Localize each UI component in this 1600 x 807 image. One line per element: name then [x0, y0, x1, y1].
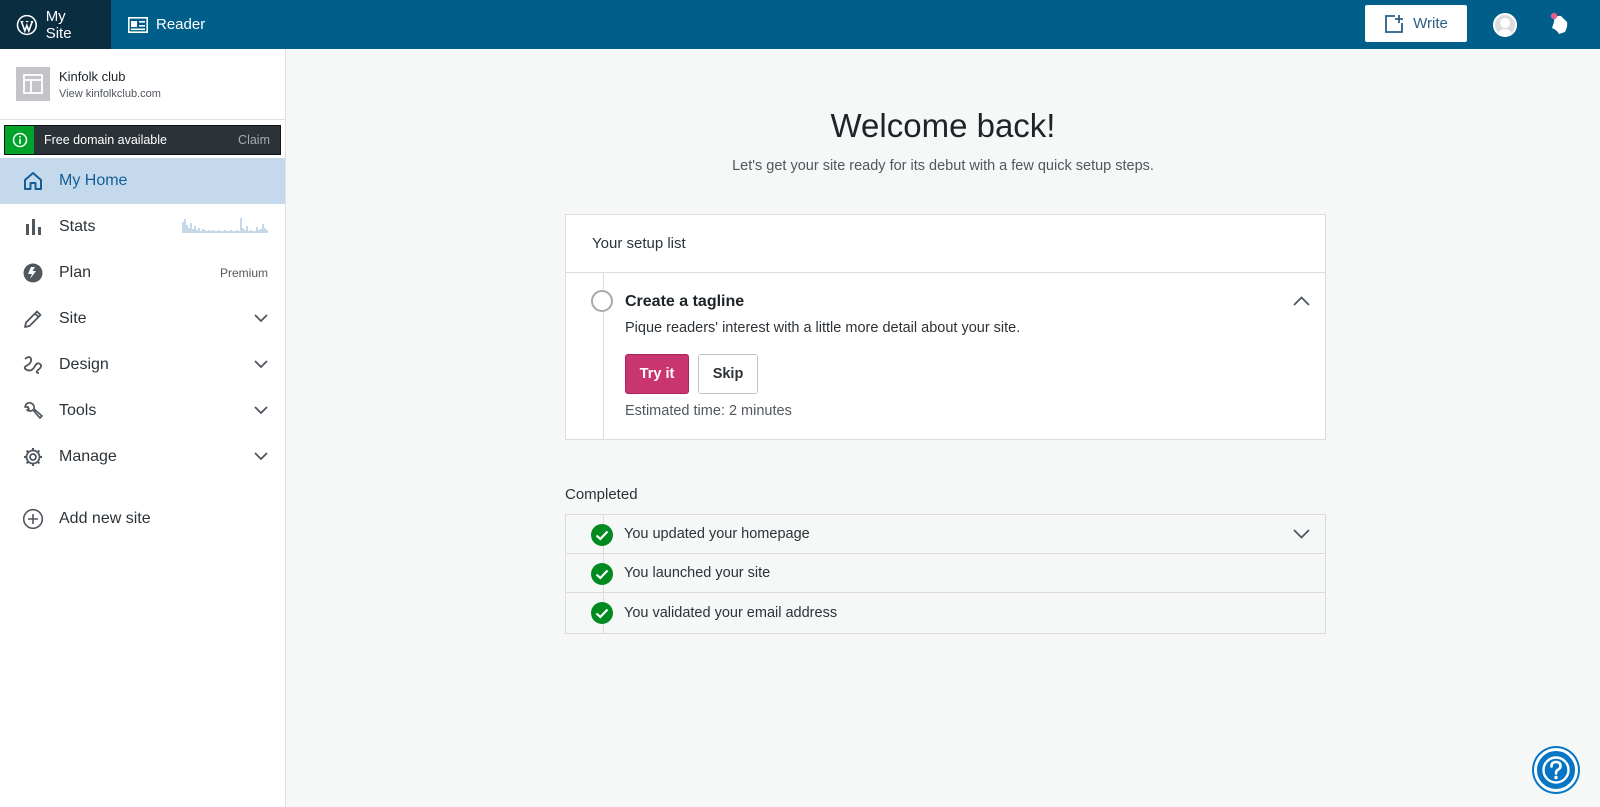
task-estimate: Estimated time: 2 minutes — [625, 403, 792, 419]
new-post-icon — [1385, 14, 1404, 33]
plus-circle-icon — [22, 508, 44, 530]
checkmark-icon — [591, 602, 613, 624]
checkmark-icon — [591, 563, 613, 585]
wordpress-logo-icon — [16, 14, 37, 35]
setup-list-header: Your setup list — [566, 215, 1325, 273]
task-title: Create a tagline — [625, 293, 745, 310]
skip-button[interactable]: Skip — [698, 354, 758, 394]
task-create-tagline: Create a tagline Pique readers' interest… — [566, 273, 1325, 439]
free-domain-text: Free domain available — [44, 133, 167, 147]
sidebar-item-design[interactable]: Design — [0, 342, 285, 388]
wrench-icon — [22, 400, 44, 422]
setup-list-card: Your setup list Create a tagline Pique r… — [565, 214, 1326, 440]
sidebar-item-site[interactable]: Site — [0, 296, 285, 342]
sidebar-item-stats[interactable]: Stats — [0, 204, 285, 250]
plan-icon — [22, 262, 44, 284]
completed-heading: Completed — [565, 486, 638, 503]
write-button[interactable]: Write — [1365, 5, 1467, 42]
my-site-button[interactable]: My Site — [0, 0, 111, 49]
completed-item-label: You updated your homepage — [624, 526, 810, 542]
sidebar-item-my-home[interactable]: My Home — [0, 158, 285, 204]
sidebar-item-manage[interactable]: Manage — [0, 434, 285, 480]
stats-icon — [22, 216, 44, 238]
my-site-label: My Site — [45, 7, 72, 42]
chevron-down-icon — [254, 310, 268, 328]
gear-icon — [22, 446, 44, 468]
completed-item[interactable]: You validated your email address — [566, 593, 1325, 633]
user-avatar[interactable] — [1493, 13, 1517, 37]
completed-list: You updated your homepage You launched y… — [565, 514, 1326, 634]
site-card[interactable]: Kinfolk club View kinfolkclub.com — [0, 49, 285, 120]
chevron-down-icon — [254, 356, 268, 374]
info-icon — [5, 126, 34, 154]
reader-label: Reader — [156, 16, 206, 33]
sidebar-item-label: Site — [59, 310, 87, 327]
try-it-button[interactable]: Try it — [625, 354, 689, 394]
design-icon — [22, 354, 44, 376]
task-description: Pique readers' interest with a little mo… — [625, 320, 1021, 336]
completed-item[interactable]: You updated your homepage — [566, 515, 1325, 554]
chevron-down-icon[interactable] — [1293, 527, 1310, 543]
help-button[interactable] — [1534, 748, 1578, 792]
notifications-button[interactable] — [1548, 12, 1572, 41]
masterbar: My Site Reader Write — [0, 0, 1600, 49]
stats-sparkline — [182, 216, 268, 239]
site-name: Kinfolk club — [59, 68, 126, 84]
claim-link[interactable]: Claim — [238, 133, 270, 147]
sidebar-item-label: Manage — [59, 448, 117, 465]
task-incomplete-circle-icon — [591, 290, 613, 312]
sidebar-item-label: Design — [59, 356, 109, 373]
sidebar-item-label: My Home — [59, 172, 128, 189]
completed-item-label: You launched your site — [624, 565, 771, 581]
page-title: Welcome back! — [830, 107, 1056, 144]
pencil-icon — [22, 308, 44, 330]
chevron-down-icon — [254, 448, 268, 466]
completed-item-label: You validated your email address — [624, 605, 838, 621]
main-content: Welcome back! Let's get your site ready … — [286, 49, 1600, 807]
reader-icon — [128, 16, 148, 33]
free-domain-banner[interactable]: Free domain available Claim — [4, 125, 281, 155]
completed-item[interactable]: You launched your site — [566, 554, 1325, 593]
site-icon — [16, 67, 50, 101]
sidebar: Kinfolk club View kinfolkclub.com Free d… — [0, 49, 286, 807]
sidebar-item-plan[interactable]: Plan Premium — [0, 250, 285, 296]
sidebar-item-tools[interactable]: Tools — [0, 388, 285, 434]
write-label: Write — [1413, 15, 1448, 32]
chevron-down-icon — [254, 402, 268, 420]
home-icon — [22, 170, 44, 192]
page-subtitle: Let's get your site ready for its debut … — [732, 158, 1154, 174]
sidebar-nav: My Home Stats Plan Premium Site Design T… — [0, 158, 285, 480]
site-layout-icon — [23, 74, 43, 94]
add-new-site-button[interactable]: Add new site — [0, 496, 285, 542]
add-new-site-label: Add new site — [59, 510, 151, 527]
sidebar-item-label: Plan — [59, 264, 92, 281]
notifications-bell-icon — [1550, 12, 1568, 34]
reader-button[interactable]: Reader — [111, 0, 221, 49]
sidebar-item-label: Tools — [59, 402, 97, 419]
sidebar-item-label: Stats — [59, 218, 96, 235]
checkmark-icon — [591, 524, 613, 546]
help-question-icon — [1542, 756, 1570, 784]
plan-badge: Premium — [219, 266, 268, 280]
site-url-link[interactable]: View kinfolkclub.com — [59, 88, 161, 100]
chevron-up-icon[interactable] — [1293, 293, 1310, 311]
